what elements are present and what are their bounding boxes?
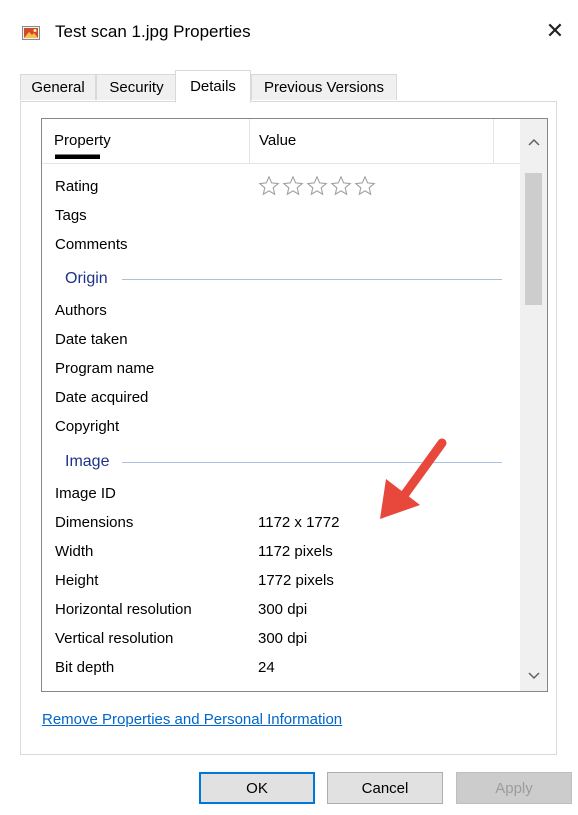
tab-previous-versions[interactable]: Previous Versions (251, 74, 397, 100)
star-icon[interactable] (306, 175, 328, 197)
scroll-up-button[interactable] (520, 127, 547, 157)
window-title: Test scan 1.jpg Properties (55, 22, 251, 41)
annotation-arrow-icon (380, 438, 447, 519)
star-icon[interactable] (258, 175, 280, 197)
row-comments[interactable]: Comments (42, 230, 520, 259)
tab-general[interactable]: General (20, 74, 96, 100)
row-vertical-resolution[interactable]: Vertical resolution 300 dpi (42, 624, 520, 653)
row-rating[interactable]: Rating (42, 172, 520, 201)
column-header-value[interactable]: Value (249, 119, 493, 163)
group-header-origin: Origin (42, 264, 520, 293)
scrollbar-thumb[interactable] (525, 173, 542, 305)
close-button[interactable]: ✕ (532, 8, 578, 54)
tab-security[interactable]: Security (96, 74, 177, 100)
group-divider (122, 279, 502, 280)
rating-stars[interactable] (258, 175, 376, 197)
remove-properties-link[interactable]: Remove Properties and Personal Informati… (42, 711, 342, 728)
vertical-scrollbar[interactable] (520, 119, 547, 691)
chevron-up-icon (527, 138, 540, 146)
cancel-button[interactable]: Cancel (327, 772, 443, 804)
tab-strip: General Security Details Previous Versio… (20, 70, 560, 103)
star-icon[interactable] (354, 175, 376, 197)
row-program-name[interactable]: Program name (42, 354, 520, 383)
image-file-icon (22, 26, 40, 40)
row-date-taken[interactable]: Date taken (42, 325, 520, 354)
property-grid[interactable]: Property Value ▬▬▬ Rating Tags Comments … (41, 118, 548, 692)
star-icon[interactable] (330, 175, 352, 197)
row-bit-depth[interactable]: Bit depth 24 (42, 653, 520, 682)
grid-header: Property Value (42, 119, 520, 164)
row-width[interactable]: Width 1172 pixels (42, 537, 520, 566)
chevron-down-icon (527, 672, 540, 680)
row-tags[interactable]: Tags (42, 201, 520, 230)
close-icon: ✕ (545, 18, 565, 43)
row-authors[interactable]: Authors (42, 296, 520, 325)
title-bar: Test scan 1.jpg Properties ✕ (0, 0, 578, 66)
star-icon[interactable] (282, 175, 304, 197)
row-date-acquired[interactable]: Date acquired (42, 383, 520, 412)
column-divider[interactable] (493, 119, 494, 163)
tab-details[interactable]: Details (175, 70, 251, 103)
scroll-down-button[interactable] (520, 661, 547, 691)
row-horizontal-resolution[interactable]: Horizontal resolution 300 dpi (42, 595, 520, 624)
clipped-row-bottom: ▬▬▬▬▬ (55, 685, 130, 691)
ok-button[interactable]: OK (199, 772, 315, 804)
clipped-row-top: ▬▬▬ (55, 152, 100, 163)
row-height[interactable]: Height 1772 pixels (42, 566, 520, 595)
apply-button[interactable]: Apply (456, 772, 572, 804)
